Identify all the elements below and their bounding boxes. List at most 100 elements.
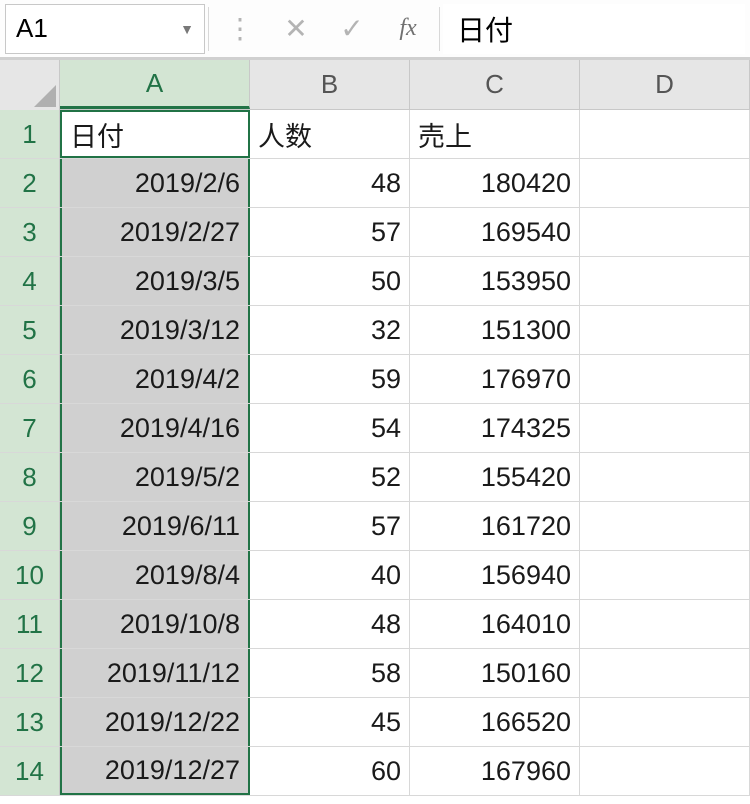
cell[interactable]: 2019/6/11 (60, 502, 250, 550)
cell[interactable]: 180420 (410, 159, 580, 207)
cell[interactable]: 2019/12/22 (60, 698, 250, 746)
cell[interactable]: 153950 (410, 257, 580, 305)
select-all-corner[interactable] (0, 60, 60, 110)
column-header-A[interactable]: A (60, 60, 250, 109)
column-header-D[interactable]: D (580, 60, 750, 109)
row-header[interactable]: 8 (0, 453, 60, 501)
cell[interactable] (580, 159, 750, 207)
cell[interactable]: 2019/2/6 (60, 159, 250, 207)
enter-icon: ✓ (324, 3, 380, 55)
cell[interactable]: 164010 (410, 600, 580, 648)
table-row: 112019/10/848164010 (0, 600, 750, 649)
table-row: 132019/12/2245166520 (0, 698, 750, 747)
row-header[interactable]: 3 (0, 208, 60, 256)
row-header[interactable]: 14 (0, 747, 60, 795)
cell[interactable] (580, 600, 750, 648)
cell[interactable]: 52 (250, 453, 410, 501)
cell[interactable]: 2019/8/4 (60, 551, 250, 599)
cell[interactable]: 2019/12/27 (60, 747, 250, 795)
cell[interactable]: 32 (250, 306, 410, 354)
table-row: 82019/5/252155420 (0, 453, 750, 502)
cell[interactable]: 48 (250, 159, 410, 207)
row-header[interactable]: 12 (0, 649, 60, 697)
row-header[interactable]: 4 (0, 257, 60, 305)
row-header[interactable]: 5 (0, 306, 60, 354)
dots-icon: ⋮ (212, 3, 268, 55)
cell[interactable]: 150160 (410, 649, 580, 697)
cell[interactable]: 45 (250, 698, 410, 746)
cell[interactable] (580, 257, 750, 305)
cell[interactable]: 40 (250, 551, 410, 599)
formula-bar: A1 ▼ ⋮ ✕ ✓ fx 日付 (0, 0, 750, 60)
column-headers-row: A B C D (0, 60, 750, 110)
row-header[interactable]: 10 (0, 551, 60, 599)
table-row: 32019/2/2757169540 (0, 208, 750, 257)
cell[interactable]: 60 (250, 747, 410, 795)
cell[interactable] (580, 551, 750, 599)
row-header[interactable]: 1 (0, 110, 60, 158)
cell[interactable]: 174325 (410, 404, 580, 452)
fx-icon[interactable]: fx (380, 3, 436, 55)
cell[interactable]: 54 (250, 404, 410, 452)
cell[interactable] (580, 355, 750, 403)
cell[interactable]: 58 (250, 649, 410, 697)
cell[interactable]: 156940 (410, 551, 580, 599)
cell[interactable]: 166520 (410, 698, 580, 746)
table-row: 72019/4/1654174325 (0, 404, 750, 453)
cell[interactable]: 2019/3/5 (60, 257, 250, 305)
cell[interactable]: 2019/10/8 (60, 600, 250, 648)
cell[interactable] (580, 110, 750, 158)
grid: A B C D 1日付人数売上22019/2/64818042032019/2/… (0, 60, 750, 796)
row-header[interactable]: 6 (0, 355, 60, 403)
cell[interactable] (580, 698, 750, 746)
row-header[interactable]: 2 (0, 159, 60, 207)
cell[interactable] (580, 453, 750, 501)
table-row: 22019/2/648180420 (0, 159, 750, 208)
cell[interactable]: 売上 (410, 110, 580, 158)
chevron-down-icon[interactable]: ▼ (180, 21, 194, 37)
cell[interactable]: 59 (250, 355, 410, 403)
cell[interactable]: 2019/4/2 (60, 355, 250, 403)
cell[interactable]: 161720 (410, 502, 580, 550)
cell[interactable] (580, 502, 750, 550)
table-row: 1日付人数売上 (0, 110, 750, 159)
cell[interactable]: 176970 (410, 355, 580, 403)
row-header[interactable]: 9 (0, 502, 60, 550)
cell[interactable] (580, 649, 750, 697)
cell[interactable]: 2019/3/12 (60, 306, 250, 354)
table-row: 62019/4/259176970 (0, 355, 750, 404)
cell[interactable]: 167960 (410, 747, 580, 795)
cell[interactable]: 57 (250, 208, 410, 256)
cell[interactable]: 57 (250, 502, 410, 550)
row-header[interactable]: 13 (0, 698, 60, 746)
row-header[interactable]: 7 (0, 404, 60, 452)
cell[interactable] (580, 404, 750, 452)
cell[interactable]: 2019/2/27 (60, 208, 250, 256)
cell[interactable]: 2019/11/12 (60, 649, 250, 697)
cell[interactable]: 2019/5/2 (60, 453, 250, 501)
row-header[interactable]: 11 (0, 600, 60, 648)
divider (439, 7, 440, 51)
cell[interactable]: 155420 (410, 453, 580, 501)
column-header-C[interactable]: C (410, 60, 580, 109)
cell[interactable]: 151300 (410, 306, 580, 354)
cell[interactable]: 人数 (250, 110, 410, 158)
name-box-value: A1 (16, 13, 48, 44)
divider (208, 7, 209, 51)
table-row: 102019/8/440156940 (0, 551, 750, 600)
formula-input[interactable]: 日付 (443, 4, 745, 54)
cell[interactable] (580, 747, 750, 795)
cell[interactable]: 50 (250, 257, 410, 305)
cell[interactable]: 日付 (60, 110, 250, 158)
cell[interactable]: 48 (250, 600, 410, 648)
cell[interactable] (580, 208, 750, 256)
cell[interactable]: 2019/4/16 (60, 404, 250, 452)
table-row: 52019/3/1232151300 (0, 306, 750, 355)
cell[interactable] (580, 306, 750, 354)
cell[interactable]: 169540 (410, 208, 580, 256)
table-row: 142019/12/2760167960 (0, 747, 750, 796)
column-header-B[interactable]: B (250, 60, 410, 109)
name-box[interactable]: A1 ▼ (5, 4, 205, 54)
table-row: 92019/6/1157161720 (0, 502, 750, 551)
cancel-icon: ✕ (268, 3, 324, 55)
